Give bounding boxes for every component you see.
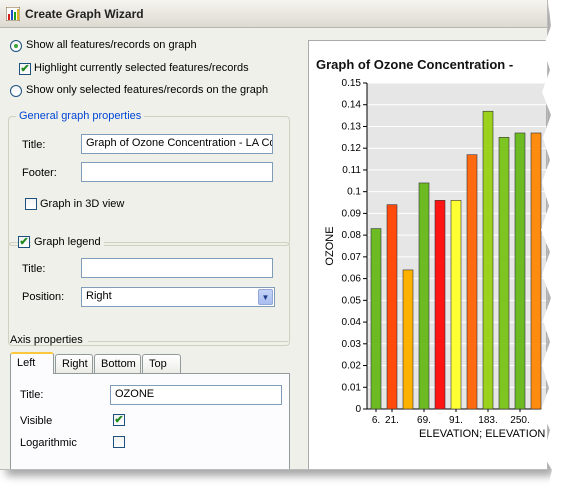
- left-panel: Show all features/records on graph ✔ Hig…: [0, 28, 298, 469]
- axis-properties-heading: Axis properties: [10, 334, 83, 346]
- bar: [402, 269, 414, 410]
- footer-label: Footer:: [22, 167, 57, 179]
- legend-title-input[interactable]: [81, 258, 273, 278]
- y-axis-label: OZONE: [324, 226, 336, 265]
- ozone-bar-chart: 0 0.01 0.02 0.03 0.04 0.05 0.06 0.07 0.08 0.09 0.1…: [324, 78, 547, 440]
- logarithmic-checkbox[interactable]: [113, 436, 125, 448]
- graph-3d-label[interactable]: Graph in 3D view: [40, 198, 124, 210]
- y-tick-label: 0.13: [342, 121, 362, 132]
- legend-title-label: Title:: [22, 263, 46, 275]
- position-label: Position:: [22, 291, 65, 303]
- bar: [482, 110, 494, 410]
- bar: [386, 204, 398, 410]
- y-tick-label: 0.14: [342, 100, 362, 111]
- show-selected-radio[interactable]: [10, 85, 22, 97]
- x-tick-label: 69.: [417, 415, 431, 426]
- y-tick-label: 0.02: [342, 361, 362, 372]
- y-tick-label: 0: [355, 404, 361, 415]
- bar: [418, 182, 430, 410]
- x-tick-label: 91.: [449, 415, 463, 426]
- x-tick-label: 250.: [510, 415, 529, 426]
- visible-label: Visible: [20, 415, 53, 427]
- axis-divider: [88, 341, 288, 342]
- window-title: Create Graph Wizard: [25, 7, 144, 21]
- y-tick-label: 0.01: [342, 382, 362, 393]
- y-tick-label: 0.03: [342, 339, 362, 350]
- highlight-label[interactable]: Highlight currently selected features/re…: [34, 62, 249, 74]
- y-tick-label: 0.15: [342, 78, 362, 89]
- show-all-label[interactable]: Show all features/records on graph: [26, 39, 197, 51]
- title-bar: Create Graph Wizard: [0, 0, 547, 28]
- graph-3d-checkbox[interactable]: [25, 198, 37, 210]
- highlight-checkbox[interactable]: ✔: [19, 63, 31, 75]
- tab-right[interactable]: Right: [55, 354, 93, 374]
- x-tick-label: 183.: [478, 415, 497, 426]
- graph-wizard-icon: [6, 7, 20, 21]
- graph-legend-label[interactable]: Graph legend: [31, 236, 104, 248]
- graph-legend-checkbox[interactable]: ✔: [18, 236, 30, 248]
- y-tick-label: 0.1: [347, 187, 361, 198]
- axis-title-label: Title:: [20, 389, 44, 401]
- tab-top[interactable]: Top: [142, 354, 181, 374]
- general-properties-heading: General graph properties: [16, 110, 145, 122]
- bar: [466, 154, 478, 410]
- create-graph-wizard-window: Create Graph Wizard Show all features/re…: [0, 0, 548, 470]
- visible-checkbox[interactable]: ✔: [113, 414, 125, 426]
- y-tick-label: 0.05: [342, 295, 362, 306]
- tab-bottom[interactable]: Bottom: [94, 354, 141, 374]
- x-axis-label: ELEVATION; ELEVATION: [419, 428, 545, 440]
- position-select[interactable]: Right ▼: [81, 287, 275, 307]
- y-tick-label: 0.09: [342, 208, 362, 219]
- bar: [434, 200, 446, 410]
- y-tick-label: 0.04: [342, 317, 362, 328]
- x-tick-label: 21.: [385, 415, 399, 426]
- tab-left[interactable]: Left: [10, 352, 54, 374]
- y-tick-label: 0.11: [342, 165, 361, 176]
- axis-title-input[interactable]: OZONE: [110, 385, 282, 405]
- show-all-radio[interactable]: [10, 40, 22, 52]
- bar: [498, 137, 510, 410]
- logarithmic-label: Logarithmic: [20, 437, 77, 449]
- footer-input[interactable]: [81, 162, 273, 182]
- title-label: Title:: [22, 139, 46, 151]
- bar: [450, 200, 462, 410]
- graph-title-input[interactable]: Graph of Ozone Concentration - LA Co: [81, 134, 273, 154]
- show-selected-label[interactable]: Show only selected features/records on t…: [26, 84, 268, 96]
- y-tick-label: 0.06: [342, 274, 362, 285]
- x-tick-label: 6.: [372, 415, 380, 426]
- chevron-down-icon[interactable]: ▼: [258, 289, 273, 305]
- y-tick-label: 0.07: [342, 252, 362, 263]
- position-value: Right: [86, 290, 112, 302]
- bar: [514, 132, 526, 410]
- graph-preview: Graph of Ozone Concentration - 0 0.01 0.02…: [308, 40, 547, 469]
- bar: [370, 228, 382, 410]
- y-tick-label: 0.12: [342, 143, 362, 154]
- torn-edge-decoration: [541, 0, 569, 494]
- y-tick-label: 0.08: [342, 230, 362, 241]
